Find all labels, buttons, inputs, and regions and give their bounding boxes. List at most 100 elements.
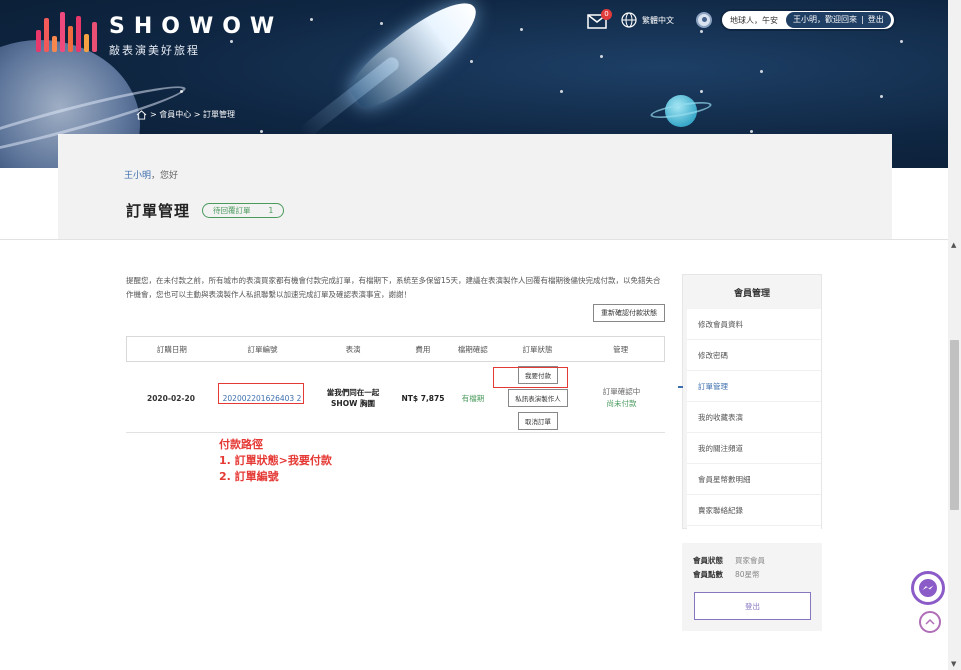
manage-status: 訂單確認中 尚未付款: [578, 386, 665, 410]
sidebar-item-edit-profile[interactable]: 修改會員資料: [687, 309, 821, 340]
sidebar-list: 修改會員資料 修改密碼 訂單管理 我的收藏表演 我的關注頻道 會員星幣數明細 賣…: [678, 309, 821, 529]
hello-text: 王小明，您好: [124, 168, 178, 181]
annotation-title: 付款路徑: [219, 438, 263, 451]
manage-line2: 尚未付款: [606, 399, 637, 408]
show-title[interactable]: 當我們同在一起 SHOW 胸圍: [308, 387, 398, 409]
star: [470, 60, 473, 63]
logo-bar: [84, 34, 89, 52]
messenger-icon[interactable]: [911, 571, 945, 605]
col-confirm: 檔期確認: [457, 344, 488, 354]
star: [600, 55, 603, 58]
pending-orders-pill[interactable]: 待回覆訂單 1: [202, 203, 285, 218]
member-points-label: 會員點數: [693, 570, 723, 579]
logo-bar: [60, 12, 65, 52]
star: [750, 130, 753, 133]
pill-separator: |: [861, 15, 864, 24]
message-producer-button[interactable]: 私訊表演製作人: [508, 389, 568, 407]
greeting-text: 地球人，午安: [730, 15, 778, 25]
user-pill: 地球人，午安 王小明，歡迎回來 | 登出: [720, 9, 896, 31]
scroll-top-button[interactable]: [919, 611, 941, 633]
star: [260, 130, 263, 133]
order-date: 2020-02-20: [147, 393, 195, 403]
rocket-illustration: [341, 0, 489, 118]
scroll-thumb[interactable]: [950, 340, 959, 510]
star: [700, 90, 703, 93]
chevron-up-icon: [925, 618, 935, 625]
show-title-line2: SHOW 胸圍: [331, 399, 375, 408]
logo[interactable]: SHOWOW 敲表演美好旅程: [36, 12, 283, 58]
logo-bar: [36, 30, 41, 52]
member-points-value: 80星幣: [735, 570, 760, 579]
page-header: 王小明，您好 訂單管理 待回覆訂單 1: [58, 134, 892, 239]
member-status-label: 會員狀態: [693, 556, 723, 565]
manage-line1: 訂單確認中: [602, 387, 641, 396]
logo-bar: [52, 36, 57, 52]
sidebar-item-favorite-shows[interactable]: 我的收藏表演: [687, 402, 821, 433]
globe-icon: [621, 12, 637, 28]
star: [900, 40, 903, 43]
sidebar-title: 會員管理: [733, 288, 770, 299]
col-manage: 管理: [613, 344, 629, 354]
col-show: 表演: [345, 344, 361, 354]
top-logout-link[interactable]: 登出: [868, 12, 884, 28]
page: SHOWOW 敲表演美好旅程 > 會員中心 > 訂單管理 0 繁體中文 地球人，…: [0, 0, 961, 670]
col-fee: 費用: [415, 344, 431, 354]
col-status: 訂單狀態: [522, 344, 553, 354]
orders-table-header: 訂購日期 訂單編號 表演 費用 檔期確認 訂單狀態 管理: [126, 336, 665, 362]
sidebar-item-followed-channels[interactable]: 我的關注頻道: [687, 433, 821, 464]
table-row: 2020-02-20 202002201626403 2 當我們同在一起 SHO…: [126, 364, 665, 432]
show-title-line1: 當我們同在一起: [326, 388, 380, 397]
star: [760, 70, 763, 73]
home-icon[interactable]: [136, 109, 147, 120]
logo-bar: [68, 26, 73, 52]
mail-icon[interactable]: 0: [587, 9, 612, 30]
member-sidebar: 會員管理 修改會員資料 修改密碼 訂單管理 我的收藏表演 我的關注頻道 會員星幣…: [678, 274, 822, 529]
order-number-highlight: [218, 383, 304, 404]
star: [560, 90, 563, 93]
order-fee: NT$ 7,875: [401, 393, 445, 403]
hello-suffix: ，您好: [151, 171, 179, 181]
refresh-payment-button[interactable]: 重新確認付款狀態: [593, 304, 665, 322]
mail-count-badge: 0: [601, 9, 612, 20]
scroll-up-arrow[interactable]: ▲: [951, 241, 956, 249]
annotation-line1: 1. 訂單狀態>我要付款: [219, 454, 332, 467]
cancel-order-button[interactable]: 取消訂單: [518, 412, 558, 430]
member-status-row: 會員狀態 買家會員: [693, 555, 765, 566]
avatar[interactable]: [696, 12, 712, 28]
title-row: 訂單管理 待回覆訂單 1: [126, 200, 285, 221]
pending-label: 待回覆訂單: [213, 206, 251, 215]
scroll-down-arrow[interactable]: ▼: [951, 660, 956, 668]
col-order-no: 訂單編號: [247, 344, 278, 354]
member-info: 會員狀態 買家會員 會員點數 80星幣 登出: [682, 543, 822, 631]
logout-button[interactable]: 登出: [694, 592, 811, 620]
divider: [0, 239, 948, 240]
user-name: 王小明: [124, 171, 152, 181]
page-title: 訂單管理: [126, 202, 191, 220]
pending-count: 1: [268, 206, 274, 215]
top-bar: 0 繁體中文 地球人，午安 王小明，歡迎回來 | 登出: [587, 9, 896, 31]
sidebar-item-star-coins[interactable]: 會員星幣數明細: [687, 464, 821, 495]
breadcrumb-path[interactable]: > 會員中心 > 訂單管理: [150, 109, 235, 120]
language-switch[interactable]: 繁體中文: [621, 12, 674, 28]
welcome-block: 王小明，歡迎回來 | 登出: [786, 12, 891, 28]
member-status-value: 買家會員: [735, 556, 765, 565]
language-label: 繁體中文: [642, 15, 674, 25]
row-divider: [126, 432, 665, 433]
breadcrumb: > 會員中心 > 訂單管理: [136, 109, 235, 120]
sidebar-item-orders[interactable]: 訂單管理: [678, 371, 821, 402]
star: [310, 18, 313, 21]
logo-mark: [36, 12, 97, 52]
welcome-text[interactable]: 王小明，歡迎回來: [793, 12, 857, 28]
logo-bar: [44, 18, 49, 52]
logo-slogan: 敲表演美好旅程: [109, 44, 200, 57]
logo-bar: [92, 22, 97, 52]
sidebar-item-change-password[interactable]: 修改密碼: [687, 340, 821, 371]
col-date: 訂購日期: [156, 344, 187, 354]
payment-notice: 提醒您，在未付款之前，所有城市的表演買家都有機會付款完成訂單，有檔期下，系統至多…: [126, 276, 661, 299]
star: [180, 90, 183, 93]
pay-button-highlight: [493, 367, 568, 388]
logo-name: SHOWOW: [109, 14, 284, 39]
star: [880, 95, 883, 98]
sidebar-item-seller-contacts[interactable]: 賣家聯絡紀錄: [687, 495, 821, 526]
page-scrollbar[interactable]: ▲ ▼: [948, 0, 961, 670]
